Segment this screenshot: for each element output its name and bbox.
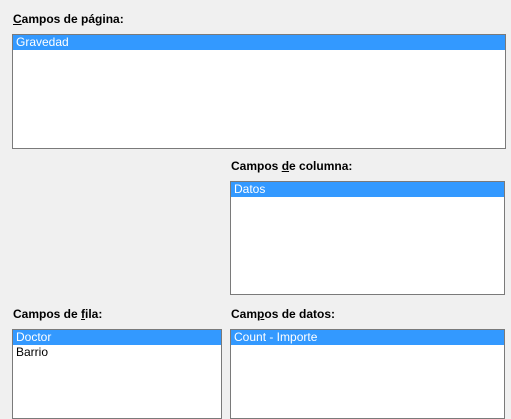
row-fields-label: Campos de fila: — [13, 307, 103, 321]
list-item-doctor[interactable]: Doctor — [13, 330, 221, 345]
row-fields-listbox[interactable]: Doctor Barrio — [12, 329, 222, 419]
page-fields-label: Campos de página: — [13, 12, 124, 26]
list-item-datos[interactable]: Datos — [231, 182, 504, 197]
column-fields-label-accesskey: d — [281, 159, 290, 173]
column-fields-label: Campos de columna: — [231, 159, 353, 173]
page-fields-listbox[interactable]: Gravedad — [12, 34, 506, 149]
data-fields-listbox[interactable]: Count - Importe — [230, 329, 505, 419]
list-item-barrio[interactable]: Barrio — [13, 345, 221, 360]
data-fields-label: Campos de datos: — [231, 307, 336, 321]
page-fields-label-accesskey: C — [13, 12, 22, 26]
column-fields-listbox[interactable]: Datos — [230, 181, 505, 295]
list-item-gravedad[interactable]: Gravedad — [13, 35, 505, 50]
list-item-count-importe[interactable]: Count - Importe — [231, 330, 504, 345]
